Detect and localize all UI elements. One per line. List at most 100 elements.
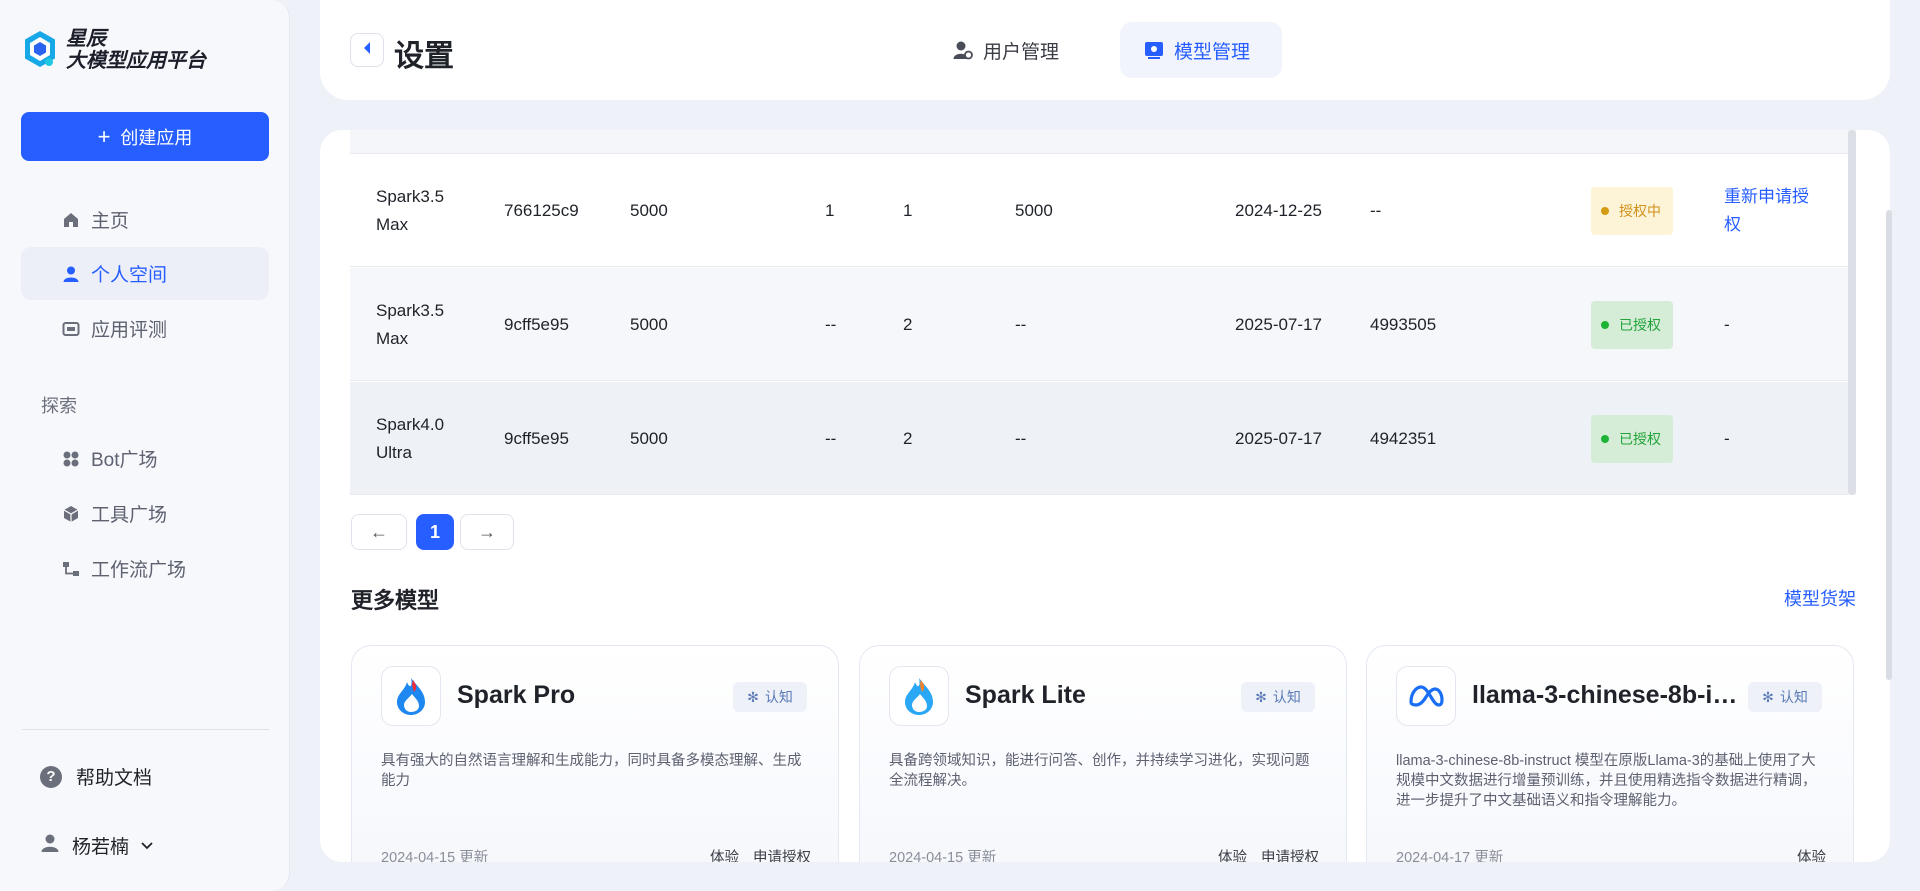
expiry-date-cell: 2025-07-17 [1235,314,1322,334]
model-card-spark-pro[interactable]: Spark Pro ✻ 认知 具有强大的自然语言理解和生成能力，同时具备多模态理… [351,645,839,862]
model-card-description: 具备跨领域知识，能进行问答、创作，并持续学习进化，实现问题全流程解决。 [889,753,1310,789]
tab-user-management[interactable]: 用户管理 [929,22,1083,78]
model-card-name: Spark Pro [457,681,576,709]
nav-item-app-evaluation[interactable]: 应用评测 [21,302,269,355]
explore-section-label: 探索 [41,396,77,416]
model-card-footer: 2024-04-17 更新 体验 [1396,846,1826,862]
status-badge-label: 已授权 [1619,316,1661,333]
back-button[interactable] [350,33,384,67]
auth-id-cell: 4993505 [1370,314,1437,334]
table-row: Spark4.0 Ultra 9cff5e95 5000 -- 2 -- 202… [350,382,1848,495]
auth-id-cell: -- [1370,200,1382,220]
concurrency-cell: 2 [903,314,913,334]
snowflake-icon: ✻ [747,688,759,705]
tokens-cell: 5000 [1015,200,1053,220]
next-page-button[interactable]: → [460,514,514,550]
status-badge-label: 授权中 [1619,202,1661,219]
table-header-strip [350,130,1848,154]
page-title: 设置 [394,40,454,73]
create-app-button[interactable]: + 创建应用 [21,112,269,161]
help-icon: ? [40,765,62,788]
tokens-cell: -- [1015,314,1027,334]
model-name-cell: Spark3.5 Max [376,300,445,348]
logo[interactable]: 星辰 大模型应用平台 [22,28,206,72]
nav-item-tool-plaza-label: 工具广场 [91,505,168,526]
try-button[interactable]: 体验 [1797,850,1826,862]
quota-cell: 5000 [630,314,668,334]
reapply-authorization-link[interactable]: 重新申请授权 [1724,183,1824,239]
page-scrollbar[interactable] [1886,210,1892,680]
model-card-updated: 2024-04-15 更新 [889,850,997,862]
arrow-left-icon: ← [370,521,388,542]
tab-model-management[interactable]: 模型管理 [1120,22,1282,78]
category-tag-label: 认知 [764,689,793,705]
category-tag: ✻ 认知 [1748,682,1822,712]
status-dot [1601,320,1609,329]
nav-item-tool-plaza[interactable]: 工具广场 [21,487,269,540]
operation-cell: 重新申请授权 [1724,154,1824,267]
operation-cell: - [1724,314,1730,334]
model-card-footer: 2024-04-15 更新 体验 申请授权 [381,846,811,862]
table-scrollbar-thumb[interactable] [1848,130,1856,495]
workflow-icon [61,559,81,579]
model-card-spark-lite[interactable]: Spark Lite ✻ 认知 具备跨领域知识，能进行问答、创作，并持续学习进化… [859,645,1347,862]
expiry-date-cell: 2024-12-25 [1235,200,1322,220]
home-icon [61,210,81,230]
user-menu[interactable]: 杨若楠 [40,832,153,859]
status-badge-label: 已授权 [1619,430,1661,447]
model-card-description: llama-3-chinese-8b-instruct 模型在原版Llama-3… [1396,753,1817,809]
category-tag-label: 认知 [1272,689,1301,705]
spark-flame-icon [381,666,441,726]
nav-item-app-evaluation-label: 应用评测 [91,320,168,341]
quota-cell: 5000 [630,428,668,448]
snowflake-icon: ✻ [1762,688,1774,705]
apply-authorization-button[interactable]: 申请授权 [753,850,811,862]
snowflake-icon: ✻ [1255,688,1267,705]
status-cell: 已授权 [1591,268,1673,381]
status-cell: 已授权 [1591,382,1673,495]
prev-page-button[interactable]: ← [351,514,407,550]
nav-item-workflow-plaza[interactable]: 工作流广场 [21,542,269,595]
tab-model-management-label: 模型管理 [1174,41,1251,63]
caret-left-icon [362,41,372,60]
logo-line-2: 大模型应用平台 [66,50,206,72]
nav-item-home-label: 主页 [91,211,130,232]
logo-line-1: 星辰 [66,28,106,50]
spark-flame-icon [889,666,949,726]
nav-item-home[interactable]: 主页 [21,193,269,246]
plus-icon: + [97,123,111,149]
table-row: Spark3.5 Max 766125c9 5000 1 1 5000 2024… [350,154,1848,267]
status-badge: 已授权 [1591,300,1673,349]
model-shelf-link[interactable]: 模型货架 [1784,585,1856,611]
model-manage-icon [1144,40,1164,60]
auth-id-cell: 4942351 [1370,428,1437,448]
model-card-updated: 2024-04-17 更新 [1396,850,1504,862]
model-card-llama-3-chinese[interactable]: llama-3-chinese-8b-instruct ✻ 认知 llama-3… [1366,645,1854,862]
qps-cell: -- [825,428,837,448]
qps-cell: -- [825,314,837,334]
help-docs-link[interactable]: ? 帮助文档 [40,763,152,790]
category-tag: ✻ 认知 [1241,682,1315,712]
app-id-cell: 766125c9 [504,200,579,220]
model-name-cell: Spark4.0 Ultra [376,414,445,462]
try-button[interactable]: 体验 [1218,850,1247,862]
expiry-date-cell: 2025-07-17 [1235,428,1322,448]
status-dot [1601,206,1609,215]
model-name-cell: Spark3.5 Max [376,186,445,234]
concurrency-cell: 2 [903,428,913,448]
try-button[interactable]: 体验 [710,850,739,862]
evaluation-icon [61,319,81,339]
model-card-updated: 2024-04-15 更新 [381,850,489,862]
operation-cell: - [1724,428,1730,448]
nav-item-bot-plaza[interactable]: Bot广场 [21,432,269,485]
settings-header: 设置 用户管理 模型管理 [320,0,1890,100]
help-docs-label: 帮助文档 [76,768,153,789]
model-card-footer: 2024-04-15 更新 体验 申请授权 [889,846,1319,862]
concurrency-cell: 1 [903,200,913,220]
tab-user-management-label: 用户管理 [983,41,1060,63]
apply-authorization-button[interactable]: 申请授权 [1261,850,1319,862]
person-icon [61,264,81,284]
page-1-button[interactable]: 1 [416,514,454,550]
quota-cell: 5000 [630,200,668,220]
nav-item-personal-space[interactable]: 个人空间 [21,247,269,300]
